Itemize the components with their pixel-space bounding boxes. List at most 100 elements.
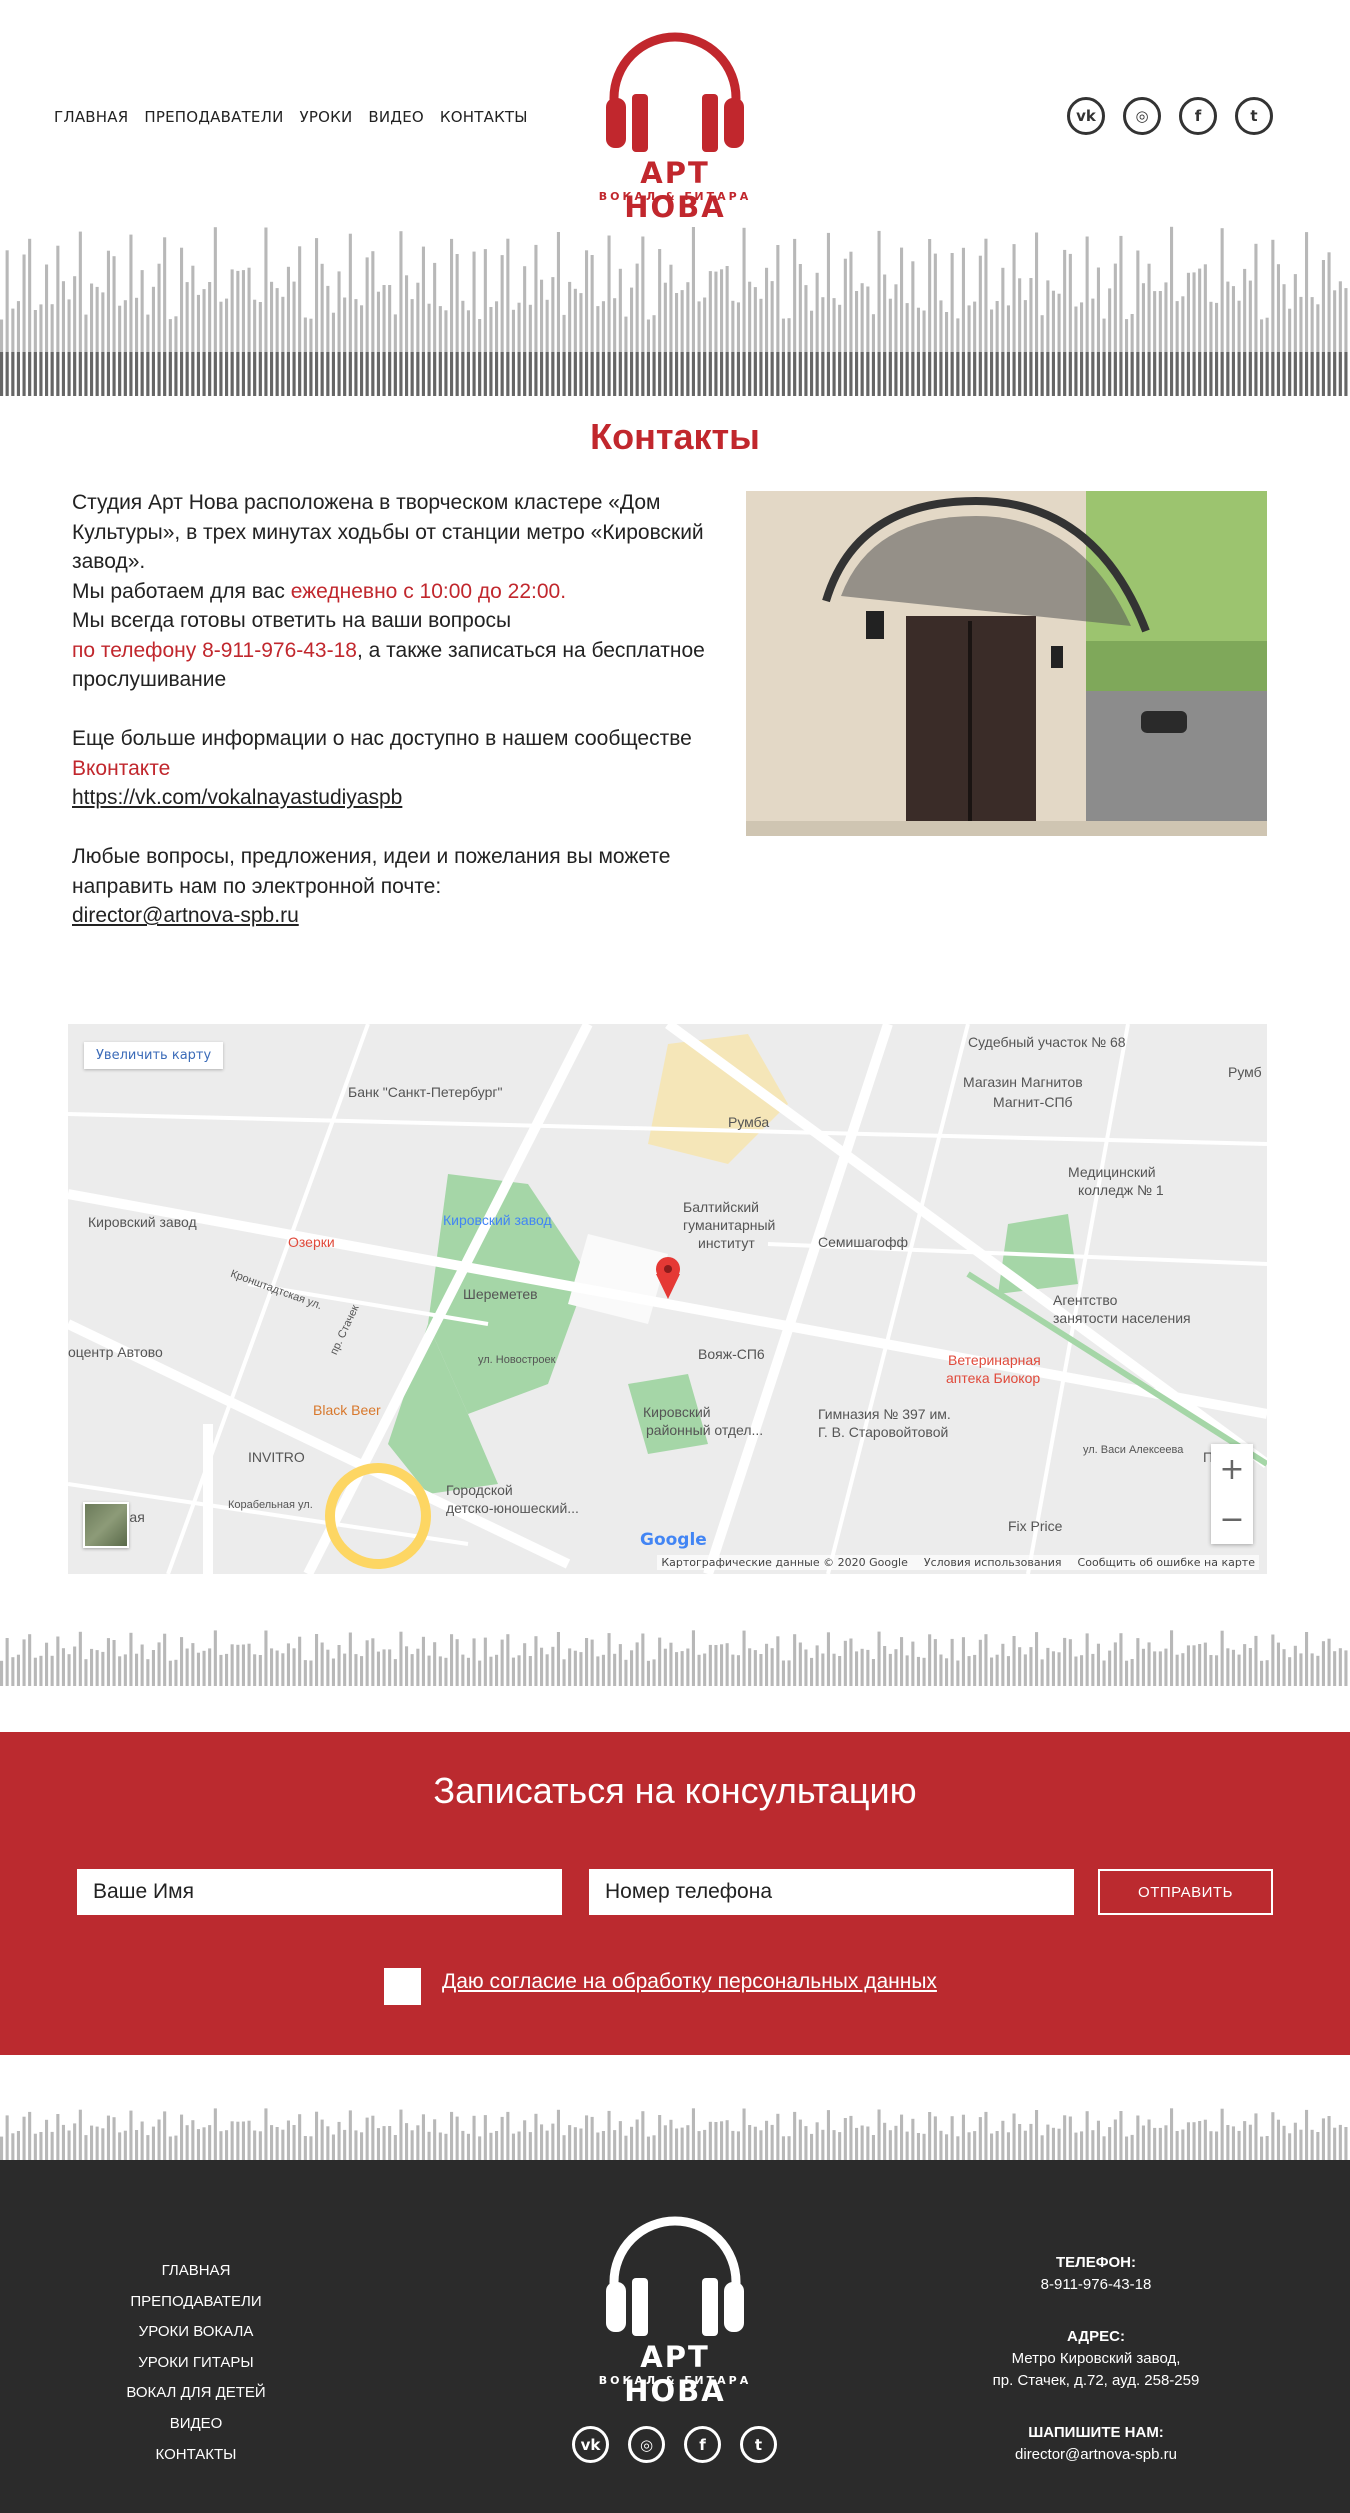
social-links: vk ◎ f t	[1067, 97, 1273, 135]
footer-phone[interactable]: 8-911-976-43-18	[966, 2274, 1226, 2296]
footer-nav-guitar[interactable]: УРОКИ ГИТАРЫ	[96, 2348, 296, 2379]
map-label: Корабельная ул.	[228, 1499, 313, 1511]
map-label: Кировский	[643, 1404, 711, 1420]
email-intro: Любые вопросы, предложения, идеи и пожел…	[72, 845, 671, 898]
map-label: Магнит-СПб	[993, 1094, 1073, 1110]
location-text: Студия Арт Нова расположена в творческом…	[72, 491, 704, 573]
footer-social-links: vk ◎ f t	[572, 2426, 777, 2463]
consent-link[interactable]: Даю согласие на обработку персональных д…	[442, 1970, 937, 1994]
zoom-in-button[interactable]: +	[1211, 1444, 1253, 1494]
vk-icon[interactable]: vk	[572, 2426, 609, 2463]
map-label: Кировский завод	[88, 1214, 197, 1230]
map-label: институт	[698, 1235, 755, 1251]
phone-text[interactable]: по телефону 8-911-976-43-18	[72, 639, 357, 662]
map-label: аптека Биокор	[946, 1370, 1041, 1386]
footer-contact-info: ТЕЛЕФОН: 8-911-976-43-18 АДРЕС: Метро Ки…	[966, 2252, 1226, 2466]
studio-entrance-photo	[746, 491, 1267, 836]
footer-nav: ГЛАВНАЯ ПРЕПОДАВАТЕЛИ УРОКИ ВОКАЛА УРОКИ…	[96, 2256, 296, 2470]
map-label: занятости населения	[1053, 1310, 1191, 1326]
hours-prefix: Мы работаем для вас	[72, 579, 291, 603]
name-input[interactable]	[77, 1869, 562, 1915]
footer-email[interactable]: director@artnova-spb.ru	[966, 2444, 1226, 2466]
facebook-icon[interactable]: f	[1179, 97, 1217, 135]
map-label: Шереметев	[463, 1286, 538, 1302]
map-label: районный отдел...	[646, 1422, 764, 1438]
email-label: ШАПИШИТЕ НАМ:	[1028, 2424, 1164, 2441]
map-label: ул. Васи Алексеева	[1083, 1444, 1184, 1456]
map-label: Городской	[446, 1482, 513, 1498]
headphones-icon	[606, 32, 744, 152]
map-label: детско-юношеский...	[446, 1500, 579, 1516]
vk-link-label[interactable]: Вконтакте	[72, 757, 170, 780]
contacts-text: Студия Арт Нова расположена в творческом…	[72, 488, 712, 960]
instagram-icon[interactable]: ◎	[1123, 97, 1161, 135]
signup-title: Записаться на консультацию	[433, 1770, 917, 1811]
twitter-icon[interactable]: t	[1235, 97, 1273, 135]
email-link[interactable]: director@artnova-spb.ru	[72, 904, 299, 927]
report-error-link[interactable]: Сообщить об ошибке на карте	[1078, 1556, 1255, 1569]
map-label: Магазин Магнитов	[963, 1074, 1083, 1090]
map-label: Семишагофф	[818, 1234, 908, 1250]
terms-link[interactable]: Условия использования	[924, 1556, 1062, 1569]
vk-link[interactable]: https://vk.com/vokalnayastudiyaspb	[72, 786, 402, 809]
map-label: Fix Price	[1008, 1518, 1063, 1534]
page-title: Контакты	[590, 416, 760, 457]
nav-video[interactable]: ВИДЕО	[368, 108, 424, 126]
footer-nav-vocal[interactable]: УРОКИ ВОКАЛА	[96, 2317, 296, 2348]
vk-icon[interactable]: vk	[1067, 97, 1105, 135]
consent-checkbox[interactable]	[384, 1968, 421, 2005]
phone-input[interactable]	[589, 1869, 1074, 1915]
footer-nav-video[interactable]: ВИДЕО	[96, 2409, 296, 2440]
nav-teachers[interactable]: ПРЕПОДАВАТЕЛИ	[144, 108, 283, 126]
map-label: оцентр Автово	[68, 1344, 163, 1360]
logo[interactable]: АРТ НОВА ВОКАЛ & ГИТАРА	[598, 26, 752, 224]
nav-lessons[interactable]: УРОКИ	[300, 108, 353, 126]
map-label: Агентство	[1053, 1292, 1118, 1308]
footer-nav-teachers[interactable]: ПРЕПОДАВАТЕЛИ	[96, 2287, 296, 2318]
headphones-icon	[606, 2216, 744, 2336]
consultation-signup: Записаться на консультацию ОТПРАВИТЬ Даю…	[0, 1732, 1350, 2055]
map-label: Балтийский	[683, 1199, 759, 1215]
google-map[interactable]: Судебный участок № 68 Банк "Санкт-Петербу…	[68, 1024, 1267, 1574]
footer-nav-home[interactable]: ГЛАВНАЯ	[96, 2256, 296, 2287]
map-label: Вояж-СП6	[698, 1346, 765, 1362]
footer: ГЛАВНАЯ ПРЕПОДАВАТЕЛИ УРОКИ ВОКАЛА УРОКИ…	[0, 2160, 1350, 2513]
facebook-icon[interactable]: f	[684, 2426, 721, 2463]
twitter-icon[interactable]: t	[740, 2426, 777, 2463]
map-label: Озерки	[288, 1234, 335, 1250]
main-nav: ГЛАВНАЯ ПРЕПОДАВАТЕЛИ УРОКИ ВИДЕО КОНТАК…	[54, 108, 528, 126]
waveform-decoration	[0, 226, 1348, 396]
footer-brand-subtitle: ВОКАЛ & ГИТАРА	[598, 2374, 752, 2387]
footer-logo[interactable]: АРТ НОВА ВОКАЛ & ГИТАРА	[598, 2210, 752, 2408]
map-label: ул. Новостроек	[478, 1354, 556, 1366]
instagram-icon[interactable]: ◎	[628, 2426, 665, 2463]
nav-home[interactable]: ГЛАВНАЯ	[54, 108, 128, 126]
map-data-credit: Картографические данные © 2020 Google	[661, 1556, 908, 1569]
enlarge-map-button[interactable]: Увеличить карту	[84, 1042, 224, 1069]
map-attribution: Картографические данные © 2020 Google Ус…	[657, 1555, 1259, 1570]
map-label: Ветеринарная	[948, 1352, 1041, 1368]
map-label: гуманитарный	[683, 1217, 776, 1233]
map-label: Судебный участок № 68	[968, 1034, 1126, 1050]
map-label: Румб	[1228, 1064, 1262, 1080]
brand-subtitle: ВОКАЛ & ГИТАРА	[598, 190, 752, 203]
footer-nav-kids[interactable]: ВОКАЛ ДЛЯ ДЕТЕЙ	[96, 2378, 296, 2409]
map-label: Банк "Санкт-Петербург"	[348, 1084, 503, 1100]
nav-contacts[interactable]: КОНТАКТЫ	[440, 108, 528, 126]
footer-nav-contacts[interactable]: КОНТАКТЫ	[96, 2440, 296, 2471]
map-label: Black Beer	[313, 1402, 381, 1418]
submit-button[interactable]: ОТПРАВИТЬ	[1098, 1869, 1273, 1915]
hours-text: ежедневно с 10:00 до 22:00.	[290, 579, 567, 603]
map-label: Медицинский	[1068, 1164, 1156, 1180]
community-text: Еще больше информации о нас доступно в н…	[72, 727, 692, 750]
map-label: INVITRO	[248, 1449, 305, 1465]
map-label: Гимназия № 397 им.	[818, 1406, 951, 1422]
map-label: колледж № 1	[1078, 1182, 1164, 1198]
map-label: Г. В. Старовойтовой	[818, 1424, 949, 1440]
zoom-out-button[interactable]: −	[1211, 1494, 1253, 1544]
satellite-toggle[interactable]	[83, 1502, 129, 1548]
map-label: Кировский завод	[443, 1212, 552, 1228]
waveform-decoration	[0, 1630, 1348, 1686]
google-logo: Google	[640, 1530, 707, 1550]
questions-text: Мы всегда готовы ответить на ваши вопрос…	[72, 609, 512, 632]
